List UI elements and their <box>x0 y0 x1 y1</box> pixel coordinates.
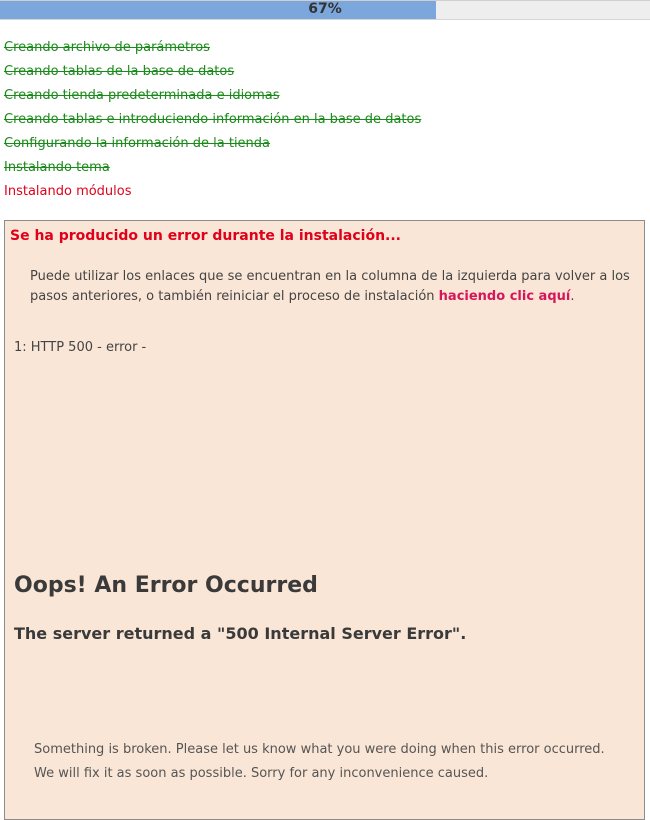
install-progress-bar: 67% <box>0 0 650 20</box>
install-step-done: Creando tienda predeterminada e idiomas <box>4 88 280 103</box>
install-step-done: Creando archivo de parámetros <box>4 40 210 55</box>
broken-message-line-2: We will fix it as soon as possible. Sorr… <box>34 766 489 781</box>
install-step-done: Creando tablas e introduciendo informaci… <box>4 112 422 127</box>
error-message-end: . <box>570 289 575 304</box>
error-title: Se ha producido un error durante la inst… <box>10 228 402 244</box>
install-step-done: Configurando la información de la tienda <box>4 136 271 151</box>
progress-percent-label: 67% <box>308 1 342 17</box>
install-step-failed: Instalando módulos <box>4 184 132 199</box>
restart-install-link[interactable]: haciendo clic aquí <box>439 289 571 304</box>
broken-message-line-1: Something is broken. Please let us know … <box>34 742 605 757</box>
install-step-done: Creando tablas de la base de datos <box>4 64 235 79</box>
error-panel: Se ha producido un error durante la inst… <box>4 220 645 820</box>
broken-message: Something is broken. Please let us know … <box>34 738 605 786</box>
install-step-done: Instalando tema <box>4 160 110 175</box>
server-error-heading: The server returned a "500 Internal Serv… <box>14 624 467 643</box>
error-message: Puede utilizar los enlaces que se encuen… <box>30 267 636 307</box>
error-code-line: 1: HTTP 500 - error - <box>14 340 147 355</box>
oops-heading: Oops! An Error Occurred <box>14 573 318 598</box>
install-steps-list: Creando archivo de parámetros Creando tab… <box>4 36 421 204</box>
